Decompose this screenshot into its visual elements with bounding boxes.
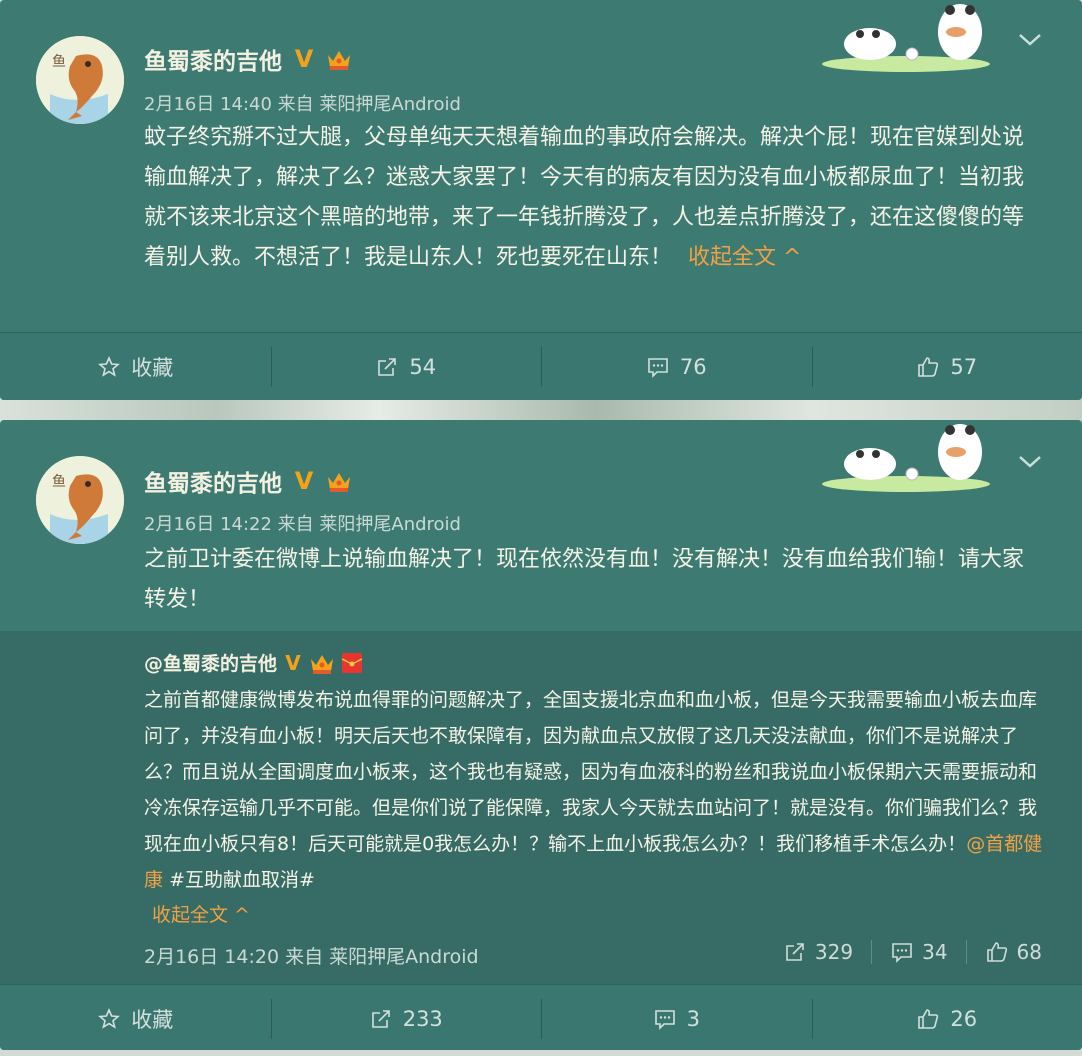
crown-icon xyxy=(326,47,352,71)
like-button[interactable]: 26 xyxy=(811,985,1082,1050)
favorite-label: 收藏 xyxy=(131,1007,174,1032)
svg-text:鱼: 鱼 xyxy=(52,473,66,490)
repost-comment-count: 34 xyxy=(922,940,948,964)
comment-icon xyxy=(646,355,670,379)
like-button[interactable]: 57 xyxy=(811,333,1082,400)
repost-count: 54 xyxy=(409,354,437,379)
crown-icon xyxy=(326,469,352,493)
red-envelope-icon xyxy=(341,651,363,675)
collapse-link[interactable]: 收起全文 ^ xyxy=(688,245,801,270)
share-icon xyxy=(375,355,399,379)
thumbs-up-icon xyxy=(916,1007,940,1031)
author-name-row: 鱼蜀黍的吉他 V xyxy=(144,42,352,76)
favorite-button[interactable]: 收藏 xyxy=(0,333,271,400)
repost-button[interactable]: 54 xyxy=(270,333,542,400)
chevron-down-icon[interactable] xyxy=(1016,452,1044,472)
collapse-link[interactable]: 收起全文 ^ xyxy=(152,900,250,927)
avatar[interactable]: 鱼 xyxy=(36,36,124,124)
repost-comment-button[interactable]: 34 xyxy=(871,940,948,964)
decoration-panda-image xyxy=(820,422,992,496)
avatar[interactable]: 鱼 xyxy=(36,456,124,544)
comment-button[interactable]: 3 xyxy=(541,985,812,1050)
share-icon xyxy=(783,940,807,964)
favorite-button[interactable]: 收藏 xyxy=(0,985,271,1050)
action-bar: 收藏 54 76 57 xyxy=(0,332,1082,400)
repost-count: 233 xyxy=(402,1006,443,1031)
like-count: 26 xyxy=(950,1006,978,1031)
verified-badge-icon: V xyxy=(294,467,314,495)
repost-repost-count: 329 xyxy=(814,940,854,964)
comment-count: 3 xyxy=(686,1006,700,1031)
weibo-card: 鱼 鱼蜀黍的吉他 V 2月16日 14:22 来自 莱阳押尾Android 之前… xyxy=(0,420,1082,1050)
decoration-panda-image xyxy=(820,2,992,76)
action-bar: 收藏 233 3 26 xyxy=(0,984,1082,1050)
repost-meta[interactable]: 2月16日 14:20 来自 莱阳押尾Android xyxy=(144,942,479,969)
comment-count: 76 xyxy=(679,354,707,379)
comment-icon xyxy=(653,1007,677,1031)
repost-like-button[interactable]: 68 xyxy=(965,940,1042,964)
hashtag-link[interactable]: #互助献血取消# xyxy=(169,869,315,891)
like-count: 57 xyxy=(950,354,978,379)
author-name-row: 鱼蜀黍的吉他 V xyxy=(144,464,352,498)
share-icon xyxy=(369,1007,393,1031)
author-name[interactable]: 鱼蜀黍的吉他 xyxy=(144,464,282,498)
post-text: 之前卫计委在微博上说输血解决了！现在依然没有血！没有解决！没有血给我们输！请大家… xyxy=(144,547,1025,612)
thumbs-up-icon xyxy=(916,355,940,379)
favorite-label: 收藏 xyxy=(131,355,174,380)
post-meta[interactable]: 2月16日 14:40 来自 莱阳押尾Android xyxy=(144,90,461,116)
svg-text:鱼: 鱼 xyxy=(52,53,66,70)
verified-badge-icon: V xyxy=(285,650,301,675)
repost-author-row: @鱼蜀黍的吉他 V xyxy=(144,649,363,676)
crown-icon xyxy=(309,651,335,675)
star-icon xyxy=(97,355,121,379)
weibo-card: 鱼 鱼蜀黍的吉他 V 2月16日 14:40 来自 莱阳押尾Android 蚊子… xyxy=(0,0,1082,400)
repost-stats: 329 34 68 xyxy=(783,940,1042,964)
repost-repost-button[interactable]: 329 xyxy=(783,940,853,964)
star-icon xyxy=(97,1007,121,1031)
comment-icon xyxy=(890,940,914,964)
chevron-down-icon[interactable] xyxy=(1016,30,1044,50)
repost-like-count: 68 xyxy=(1016,940,1042,964)
verified-badge-icon: V xyxy=(294,45,314,73)
repost-text-content: 之前首都健康微博发布说血得罪的问题解决了，全国支援北京血和血小板，但是今天我需要… xyxy=(144,689,1038,855)
repost-button[interactable]: 233 xyxy=(270,985,542,1050)
post-text-content: 蚊子终究掰不过大腿，父母单纯天天想着输血的事政府会解决。解决个屁！现在官媒到处说… xyxy=(144,125,1025,270)
repost-text: 之前首都健康微博发布说血得罪的问题解决了，全国支援北京血和血小板，但是今天我需要… xyxy=(144,682,1044,898)
post-meta[interactable]: 2月16日 14:22 来自 莱阳押尾Android xyxy=(144,510,461,536)
repost-author[interactable]: @鱼蜀黍的吉他 xyxy=(144,649,277,676)
author-name[interactable]: 鱼蜀黍的吉他 xyxy=(144,42,282,76)
comment-button[interactable]: 76 xyxy=(541,333,812,400)
post-text: 蚊子终究掰不过大腿，父母单纯天天想着输血的事政府会解决。解决个屁！现在官媒到处说… xyxy=(144,118,1034,278)
thumbs-up-icon xyxy=(985,940,1009,964)
